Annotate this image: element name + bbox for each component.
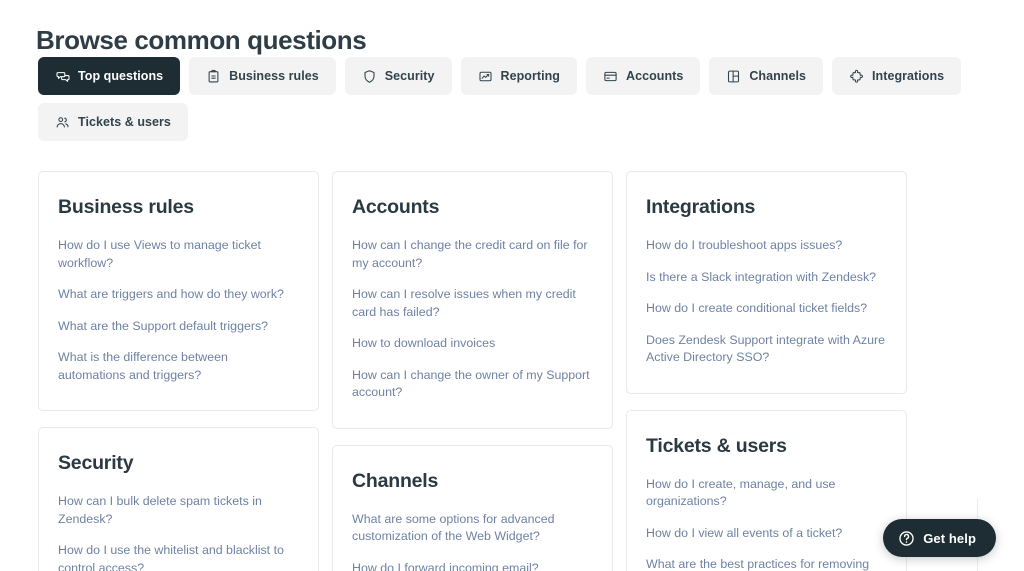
question-list: How do I create, manage, and use organiz… bbox=[646, 476, 886, 571]
question-link[interactable]: How can I resolve issues when my credit … bbox=[352, 286, 592, 321]
tab-security[interactable]: Security bbox=[344, 57, 452, 95]
credit-card-icon bbox=[603, 69, 618, 84]
question-list: How can I bulk delete spam tickets in Ze… bbox=[58, 493, 298, 571]
people-icon bbox=[55, 115, 70, 130]
question-link[interactable]: Does Zendesk Support integrate with Azur… bbox=[646, 332, 886, 367]
list-item: How can I bulk delete spam tickets in Ze… bbox=[58, 493, 298, 528]
list-item: How can I change the owner of my Support… bbox=[352, 367, 592, 402]
question-list: How can I change the credit card on file… bbox=[352, 237, 592, 402]
tab-label: Security bbox=[384, 69, 435, 83]
card-title: Security bbox=[58, 452, 134, 474]
tab-label: Channels bbox=[749, 69, 807, 83]
question-link[interactable]: How do I use Views to manage ticket work… bbox=[58, 237, 298, 272]
question-link[interactable]: How do I create conditional ticket field… bbox=[646, 300, 886, 318]
question-link[interactable]: How do I troubleshoot apps issues? bbox=[646, 237, 886, 255]
card-title: Integrations bbox=[646, 196, 756, 218]
clipboard-icon bbox=[206, 69, 221, 84]
tab-integrations[interactable]: Integrations bbox=[832, 57, 962, 95]
card-title: Business rules bbox=[58, 196, 194, 218]
layout-panels-icon bbox=[726, 69, 741, 84]
speech-bubbles-icon bbox=[55, 69, 70, 84]
card-column: Business rules How do I use Views to mana… bbox=[38, 171, 319, 571]
question-cards-grid: Business rules How do I use Views to mana… bbox=[38, 171, 986, 571]
question-card: Channels What are some options for advanc… bbox=[332, 444, 613, 571]
list-item: What are the best practices for removing… bbox=[646, 556, 886, 571]
list-item: How can I change the credit card on file… bbox=[352, 237, 592, 272]
question-link[interactable]: What is the difference between automatio… bbox=[58, 349, 298, 384]
chart-box-icon bbox=[478, 69, 493, 84]
tab-business-rules[interactable]: Business rules bbox=[189, 57, 336, 95]
question-link[interactable]: How can I bulk delete spam tickets in Ze… bbox=[58, 493, 298, 528]
question-link[interactable]: How can I change the owner of my Support… bbox=[352, 367, 592, 402]
question-list: How do I troubleshoot apps issues? Is the… bbox=[646, 237, 886, 367]
card-column: Accounts How can I change the credit card… bbox=[332, 171, 613, 571]
tab-reporting[interactable]: Reporting bbox=[460, 57, 577, 95]
list-item: How do I troubleshoot apps issues? bbox=[646, 237, 886, 255]
question-link[interactable]: How can I change the credit card on file… bbox=[352, 237, 592, 272]
question-link[interactable]: How do I forward incoming email? bbox=[352, 560, 592, 571]
list-item: What are some options for advanced custo… bbox=[352, 511, 592, 546]
question-card: Security How can I bulk delete spam ticke… bbox=[38, 427, 319, 571]
question-card: Tickets & users How do I create, manage, … bbox=[626, 409, 907, 571]
tab-label: Business rules bbox=[229, 69, 319, 83]
question-card: Accounts How can I change the credit card… bbox=[332, 171, 613, 429]
question-link[interactable]: How do I create, manage, and use organiz… bbox=[646, 476, 886, 511]
list-item: How to download invoices bbox=[352, 335, 592, 353]
list-item: What is the difference between automatio… bbox=[58, 349, 298, 384]
tab-top-questions[interactable]: Top questions bbox=[38, 57, 181, 95]
question-link[interactable]: How do I view all events of a ticket? bbox=[646, 525, 886, 543]
page-title: Browse common questions bbox=[36, 25, 367, 56]
card-title: Accounts bbox=[352, 196, 440, 218]
question-link[interactable]: What are the Support default triggers? bbox=[58, 318, 298, 336]
list-item: Does Zendesk Support integrate with Azur… bbox=[646, 332, 886, 367]
question-link[interactable]: What are some options for advanced custo… bbox=[352, 511, 592, 546]
list-item: How can I resolve issues when my credit … bbox=[352, 286, 592, 321]
list-item: How do I view all events of a ticket? bbox=[646, 525, 886, 543]
question-link[interactable]: How to download invoices bbox=[352, 335, 592, 353]
shield-icon bbox=[362, 69, 377, 84]
question-list: What are some options for advanced custo… bbox=[352, 511, 592, 571]
list-item: How do I use Views to manage ticket work… bbox=[58, 237, 298, 272]
list-item: What are the Support default triggers? bbox=[58, 318, 298, 336]
tab-label: Reporting bbox=[500, 69, 560, 83]
list-item: Is there a Slack integration with Zendes… bbox=[646, 269, 886, 287]
card-title: Tickets & users bbox=[646, 434, 787, 457]
question-card: Business rules How do I use Views to mana… bbox=[38, 171, 319, 411]
get-help-button[interactable]: Get help bbox=[883, 519, 996, 557]
list-item: How do I use the whitelist and blacklist… bbox=[58, 542, 298, 571]
list-item: How do I create, manage, and use organiz… bbox=[646, 476, 886, 511]
question-link[interactable]: What are triggers and how do they work? bbox=[58, 286, 298, 304]
puzzle-piece-icon bbox=[849, 69, 864, 84]
card-column: Integrations How do I troubleshoot apps i… bbox=[626, 171, 907, 571]
question-link[interactable]: Is there a Slack integration with Zendes… bbox=[646, 269, 886, 287]
category-tab-bar: Top questions Business rules Security Repor… bbox=[38, 57, 998, 141]
question-list: How do I use Views to manage ticket work… bbox=[58, 237, 298, 384]
tab-label: Accounts bbox=[626, 69, 684, 83]
get-help-label: Get help bbox=[923, 530, 976, 546]
browse-common-questions-page: Browse common questions Top questions Bus… bbox=[0, 0, 1024, 571]
question-card: Integrations How do I troubleshoot apps i… bbox=[626, 171, 907, 394]
card-title: Channels bbox=[352, 469, 439, 492]
tab-accounts[interactable]: Accounts bbox=[586, 57, 701, 95]
list-item: What are triggers and how do they work? bbox=[58, 286, 298, 304]
tab-tickets-users[interactable]: Tickets & users bbox=[38, 103, 188, 141]
tab-channels[interactable]: Channels bbox=[709, 57, 824, 95]
tab-label: Integrations bbox=[872, 69, 945, 83]
list-item: How do I create conditional ticket field… bbox=[646, 300, 886, 318]
question-circle-icon bbox=[898, 530, 915, 547]
question-link[interactable]: What are the best practices for removing… bbox=[646, 556, 886, 571]
tab-label: Top questions bbox=[78, 69, 164, 83]
list-item: How do I forward incoming email? bbox=[352, 560, 592, 571]
question-link[interactable]: How do I use the whitelist and blacklist… bbox=[58, 542, 298, 571]
tab-label: Tickets & users bbox=[78, 115, 171, 129]
